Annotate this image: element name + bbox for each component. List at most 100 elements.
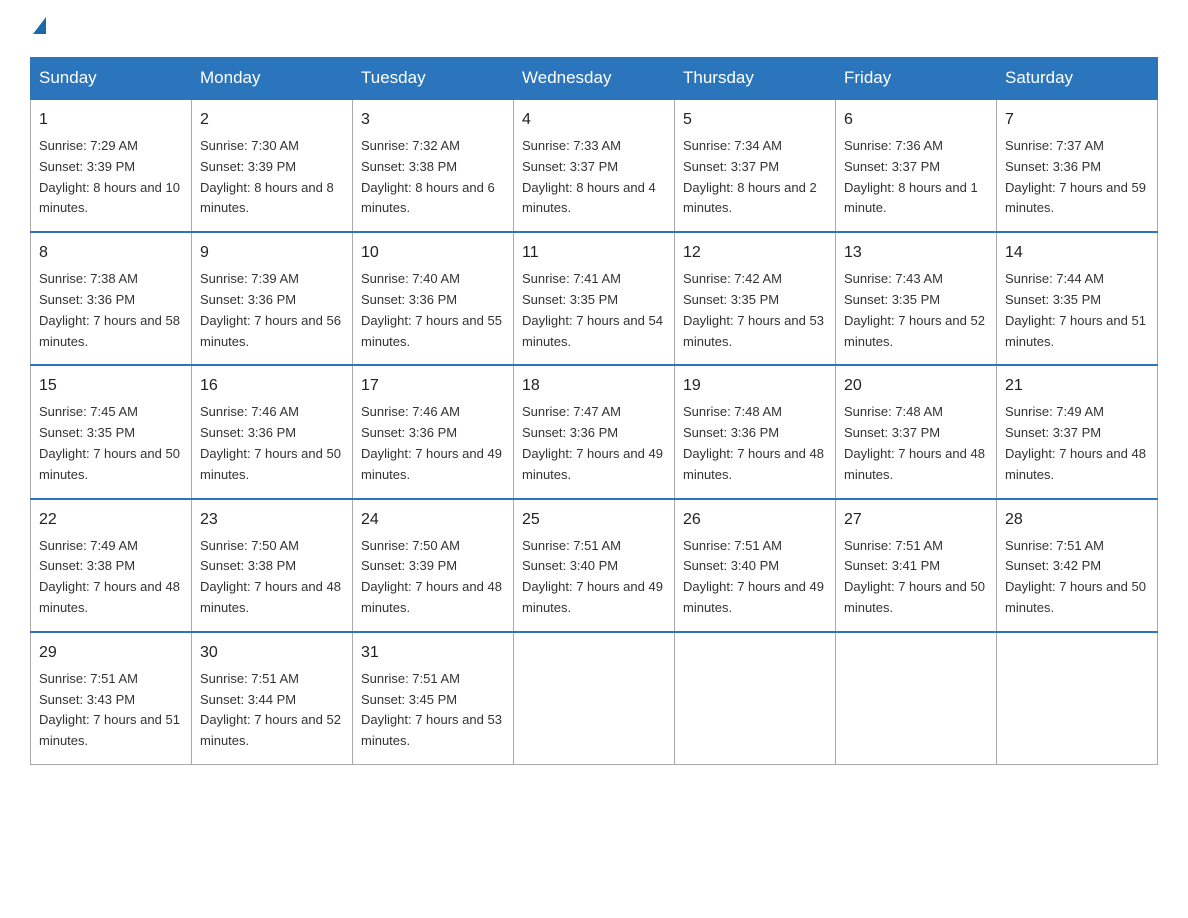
sunset-info: Sunset: 3:36 PM — [361, 425, 457, 440]
day-number: 1 — [39, 108, 183, 132]
day-number: 18 — [522, 374, 666, 398]
day-number: 13 — [844, 241, 988, 265]
sunrise-info: Sunrise: 7:48 AM — [683, 404, 782, 419]
sunrise-info: Sunrise: 7:45 AM — [39, 404, 138, 419]
day-info: Sunrise: 7:51 AMSunset: 3:43 PMDaylight:… — [39, 669, 183, 752]
sunset-info: Sunset: 3:41 PM — [844, 558, 940, 573]
day-of-week-header: Thursday — [675, 58, 836, 100]
day-number: 9 — [200, 241, 344, 265]
day-number: 5 — [683, 108, 827, 132]
calendar-week-row: 1 Sunrise: 7:29 AMSunset: 3:39 PMDaylight… — [31, 99, 1158, 232]
calendar-cell: 11Sunrise: 7:41 AMSunset: 3:35 PMDayligh… — [514, 232, 675, 365]
sunset-info: Sunset: 3:36 PM — [200, 425, 296, 440]
calendar-cell: 28Sunrise: 7:51 AMSunset: 3:42 PMDayligh… — [997, 499, 1158, 632]
daylight-info: Daylight: 7 hours and 48 minutes. — [200, 579, 341, 615]
sunset-info: Sunset: 3:35 PM — [683, 292, 779, 307]
sunset-info: Sunset: 3:43 PM — [39, 692, 135, 707]
sunset-info: Sunset: 3:37 PM — [522, 159, 618, 174]
sunrise-info: Sunrise: 7:51 AM — [683, 538, 782, 553]
day-number: 3 — [361, 108, 505, 132]
sunset-info: Sunset: 3:39 PM — [39, 159, 135, 174]
sunrise-info: Sunrise: 7:34 AM — [683, 138, 782, 153]
calendar-cell: 2Sunrise: 7:30 AMSunset: 3:39 PMDaylight… — [192, 99, 353, 232]
sunset-info: Sunset: 3:44 PM — [200, 692, 296, 707]
day-info: Sunrise: 7:49 AMSunset: 3:38 PMDaylight:… — [39, 536, 183, 619]
sunset-info: Sunset: 3:45 PM — [361, 692, 457, 707]
calendar-cell: 22 Sunrise: 7:49 AMSunset: 3:38 PMDayligh… — [31, 499, 192, 632]
daylight-info: Daylight: 7 hours and 51 minutes. — [1005, 313, 1146, 349]
day-info: Sunrise: 7:38 AM Sunset: 3:36 PM Daylight:… — [39, 269, 183, 352]
calendar-week-row: 8Sunrise: 7:38 AMSunset: 3:36 PMDaylight… — [31, 232, 1158, 365]
day-info: Sunrise: 7:29 AMSunset: 3:39 PMDaylight:… — [39, 136, 183, 219]
day-of-week-header: Wednesday — [514, 58, 675, 100]
sunset-info: Sunset: 3:36 PM — [683, 425, 779, 440]
day-info: Sunrise: 7:39 AMSunset: 3:36 PMDaylight:… — [200, 269, 344, 352]
day-info: Sunrise: 7:42 AMSunset: 3:35 PMDaylight:… — [683, 269, 827, 352]
calendar-cell: 12 Sunrise: 7:42 AMSunset: 3:35 PMDayligh… — [675, 232, 836, 365]
calendar-cell: 15Sunrise: 7:45 AMSunset: 3:35 PMDayligh… — [31, 365, 192, 498]
sunrise-info: Sunrise: 7:36 AM — [844, 138, 943, 153]
day-number: 12 — [683, 241, 827, 265]
calendar-cell: 30Sunrise: 7:51 AMSunset: 3:44 PMDayligh… — [192, 632, 353, 765]
day-of-week-header: Sunday — [31, 58, 192, 100]
daylight-info: Daylight: 7 hours and 50 minutes. — [200, 446, 341, 482]
daylight-info: Daylight: 7 hours and 53 minutes. — [683, 313, 824, 349]
sunrise-info: Sunrise: 7:47 AM — [522, 404, 621, 419]
daylight-info: Daylight: 8 hours and 1 minute. — [844, 180, 978, 216]
day-info: Sunrise: 7:40 AMSunset: 3:36 PMDaylight:… — [361, 269, 505, 352]
daylight-info: Daylight: 8 hours and 8 minutes. — [200, 180, 334, 216]
day-of-week-header: Tuesday — [353, 58, 514, 100]
daylight-info: Daylight: 8 hours and 4 minutes. — [522, 180, 656, 216]
day-number: 24 — [361, 508, 505, 532]
day-info: Sunrise: 7:33 AM Sunset: 3:37 PM Daylight:… — [522, 136, 666, 219]
calendar-cell: 21Sunrise: 7:49 AMSunset: 3:37 PMDayligh… — [997, 365, 1158, 498]
sunrise-info: Sunrise: 7:41 AM — [522, 271, 621, 286]
day-number: 30 — [200, 641, 344, 665]
calendar-cell: 7Sunrise: 7:37 AMSunset: 3:36 PMDaylight… — [997, 99, 1158, 232]
sunset-info: Sunset: 3:37 PM — [1005, 425, 1101, 440]
sunrise-info: Sunrise: 7:33 AM — [522, 138, 621, 153]
day-info: Sunrise: 7:51 AMSunset: 3:45 PMDaylight:… — [361, 669, 505, 752]
calendar-cell: 16Sunrise: 7:46 AMSunset: 3:36 PMDayligh… — [192, 365, 353, 498]
day-number: 28 — [1005, 508, 1149, 532]
day-info: Sunrise: 7:48 AMSunset: 3:36 PMDaylight:… — [683, 402, 827, 485]
daylight-info: Daylight: 7 hours and 48 minutes. — [1005, 446, 1146, 482]
sunrise-info: Sunrise: 7:37 AM — [1005, 138, 1104, 153]
daylight-info: Daylight: 7 hours and 50 minutes. — [39, 446, 180, 482]
calendar-cell: 24 Sunrise: 7:50 AMSunset: 3:39 PMDayligh… — [353, 499, 514, 632]
sunset-info: Sunset: 3:39 PM — [200, 159, 296, 174]
sunset-info: Sunset: 3:36 PM — [39, 292, 135, 307]
daylight-info: Daylight: 7 hours and 59 minutes. — [1005, 180, 1146, 216]
sunrise-info: Sunrise: 7:51 AM — [200, 671, 299, 686]
sunset-info: Sunset: 3:38 PM — [361, 159, 457, 174]
day-number: 10 — [361, 241, 505, 265]
sunset-info: Sunset: 3:35 PM — [844, 292, 940, 307]
day-info: Sunrise: 7:46 AMSunset: 3:36 PMDaylight:… — [361, 402, 505, 485]
sunset-info: Sunset: 3:35 PM — [1005, 292, 1101, 307]
day-number: 26 — [683, 508, 827, 532]
sunset-info: Sunset: 3:40 PM — [683, 558, 779, 573]
day-info: Sunrise: 7:51 AMSunset: 3:40 PMDaylight:… — [522, 536, 666, 619]
calendar-cell: 23Sunrise: 7:50 AMSunset: 3:38 PMDayligh… — [192, 499, 353, 632]
day-info: Sunrise: 7:34 AMSunset: 3:37 PMDaylight:… — [683, 136, 827, 219]
day-number: 22 — [39, 508, 183, 532]
sunrise-info: Sunrise: 7:38 AM — [39, 271, 138, 286]
daylight-info: Daylight: 7 hours and 58 minutes. — [39, 313, 180, 349]
sunrise-info: Sunrise: 7:48 AM — [844, 404, 943, 419]
day-info: Sunrise: 7:50 AMSunset: 3:39 PMDaylight:… — [361, 536, 505, 619]
sunrise-info: Sunrise: 7:51 AM — [361, 671, 460, 686]
day-of-week-header: Monday — [192, 58, 353, 100]
calendar-header-row: SundayMondayTuesdayWednesdayThursdayFrid… — [31, 58, 1158, 100]
day-info: Sunrise: 7:37 AMSunset: 3:36 PMDaylight:… — [1005, 136, 1149, 219]
sunrise-info: Sunrise: 7:30 AM — [200, 138, 299, 153]
sunset-info: Sunset: 3:36 PM — [361, 292, 457, 307]
sunset-info: Sunset: 3:37 PM — [844, 425, 940, 440]
sunrise-info: Sunrise: 7:50 AM — [361, 538, 460, 553]
day-of-week-header: Saturday — [997, 58, 1158, 100]
daylight-info: Daylight: 7 hours and 49 minutes. — [683, 579, 824, 615]
day-number: 14 — [1005, 241, 1149, 265]
day-info: Sunrise: 7:30 AM Sunset: 3:39 PM Daylight:… — [200, 136, 344, 219]
sunset-info: Sunset: 3:35 PM — [522, 292, 618, 307]
calendar-cell — [514, 632, 675, 765]
calendar-cell — [675, 632, 836, 765]
